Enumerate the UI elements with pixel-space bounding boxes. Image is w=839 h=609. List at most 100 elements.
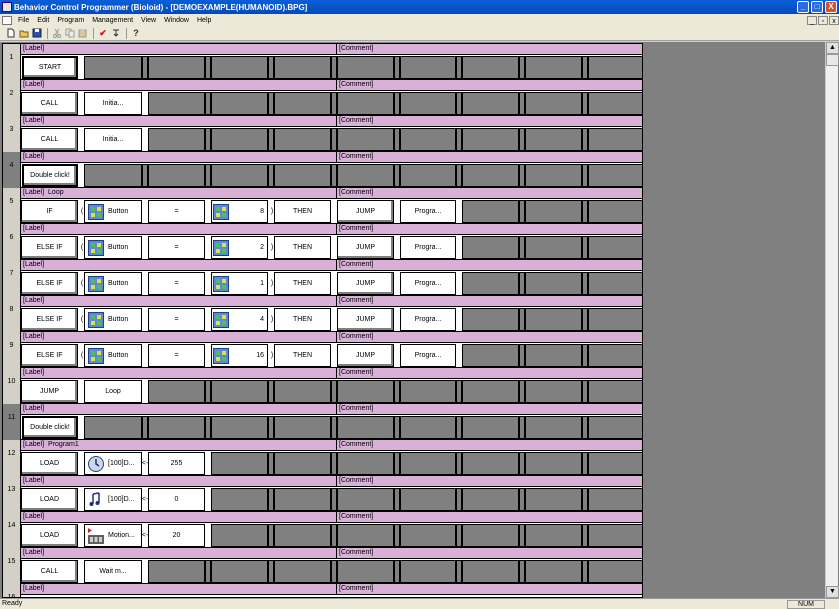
then-cell[interactable]: THEN [274,200,331,223]
comment-header[interactable]: [Comment] [337,116,642,127]
empty-slot[interactable] [211,560,268,583]
copy-icon[interactable] [65,28,75,38]
command-cell[interactable]: LOAD [21,488,78,511]
then-cell[interactable]: THEN [274,272,331,295]
empty-slot[interactable] [84,56,142,79]
then-cell[interactable]: THEN [274,236,331,259]
command-cell[interactable]: LOAD [21,524,78,547]
empty-slot[interactable] [588,344,642,367]
vertical-scrollbar[interactable]: ▲ ▼ [825,42,839,598]
close-button[interactable]: X [825,1,837,13]
program-row[interactable]: 14 [Label] [Comment] LOAD Motion... <- 20 [3,512,642,548]
command-cell[interactable]: ELSE IF [21,344,78,367]
row-number[interactable]: 11 [3,404,21,440]
empty-slot[interactable] [400,380,456,403]
command-cell[interactable]: LOAD [21,452,78,475]
menu-program[interactable]: Program [53,17,88,24]
comment-header[interactable]: [Comment] [337,512,642,523]
empty-slot[interactable] [148,56,205,79]
doc-restore-button[interactable]: ▫ [818,15,828,25]
row-number[interactable]: 6 [3,224,21,260]
program-row[interactable]: 6 [Label] [Comment] ELSE IF(Button = 2) THEN JU… [3,224,642,260]
jump-target-cell[interactable]: Progra... [400,236,456,259]
empty-slot[interactable] [462,164,519,187]
empty-slot[interactable] [400,56,456,79]
empty-slot[interactable] [274,488,331,511]
empty-slot[interactable] [211,56,268,79]
empty-slot[interactable] [148,416,205,439]
checkmark-icon[interactable]: ✔ [98,28,108,38]
then-cell[interactable]: THEN [274,344,331,367]
comment-header[interactable]: [Comment] [337,224,642,235]
empty-slot[interactable] [525,272,582,295]
menu-management[interactable]: Management [88,17,137,24]
parameter-cell[interactable]: Button [84,272,142,295]
empty-slot[interactable] [211,128,268,151]
comment-header[interactable]: [Comment] [337,476,642,487]
jump-target-cell[interactable]: Progra... [400,200,456,223]
row-number[interactable]: 15 [3,548,21,584]
comment-header[interactable]: [Comment] [337,548,642,559]
empty-slot[interactable] [462,56,519,79]
empty-slot[interactable] [588,380,642,403]
program-row[interactable]: 10 [Label] [Comment] JUMP Loop [3,368,642,404]
jump-target-cell[interactable]: Progra... [400,272,456,295]
row-number[interactable]: 10 [3,368,21,404]
comment-header[interactable]: [Comment] [337,368,642,379]
empty-slot[interactable] [588,236,642,259]
program-row[interactable]: 12 [Label] Program1 [Comment] LOAD [100]D... <… [3,440,642,476]
command-cell[interactable]: Double click! [22,416,78,439]
then-cell[interactable]: THEN [274,308,331,331]
empty-slot[interactable] [588,524,642,547]
command-cell[interactable]: ELSE IF [21,236,78,259]
parameter-cell[interactable]: Button [84,236,142,259]
parameter-cell[interactable]: Button [84,344,142,367]
label-header[interactable]: [Label] [21,368,337,379]
program-row[interactable]: 9 [Label] [Comment] ELSE IF(Button = 16) THEN J… [3,332,642,368]
empty-slot[interactable] [588,128,642,151]
empty-slot[interactable] [525,524,582,547]
operator-cell[interactable]: = [148,200,205,223]
minimize-button[interactable]: _ [797,1,809,13]
empty-slot[interactable] [462,416,519,439]
empty-slot[interactable] [588,488,642,511]
operator-cell[interactable]: = [148,308,205,331]
empty-slot[interactable] [211,380,268,403]
comment-header[interactable]: [Comment] [337,80,642,91]
empty-slot[interactable] [211,524,268,547]
menu-edit[interactable]: Edit [33,17,53,24]
value-cell[interactable]: 8 [211,200,268,223]
empty-slot[interactable] [462,308,519,331]
empty-slot[interactable] [462,488,519,511]
label-header[interactable]: [Label] [21,116,337,127]
empty-slot[interactable] [525,56,582,79]
label-header[interactable]: [Label] [21,332,337,343]
empty-slot[interactable] [462,380,519,403]
empty-slot[interactable] [211,452,268,475]
empty-slot[interactable] [525,452,582,475]
comment-header[interactable]: [Comment] [337,44,642,55]
command-cell[interactable]: JUMP [21,380,78,403]
comment-header[interactable]: [Comment] [337,188,642,199]
empty-slot[interactable] [462,236,519,259]
program-row[interactable]: 16 [Label] [Comment] [3,584,642,597]
label-header[interactable]: [Label] [21,584,337,595]
empty-slot[interactable] [400,488,456,511]
comment-header[interactable]: [Comment] [337,332,642,343]
empty-slot[interactable] [400,128,456,151]
empty-slot[interactable] [211,164,268,187]
row-number[interactable]: 8 [3,296,21,332]
action-cell[interactable]: JUMP [337,272,394,295]
new-document-icon[interactable] [6,28,16,38]
empty-slot[interactable] [462,200,519,223]
parameter-cell[interactable]: Button [84,200,142,223]
value-cell[interactable]: 4 [211,308,268,331]
empty-slot[interactable] [211,488,268,511]
menu-file[interactable]: File [14,17,33,24]
open-folder-icon[interactable] [19,28,29,38]
label-header[interactable]: [Label] Program1 [21,440,337,451]
empty-slot[interactable] [337,560,394,583]
row-number[interactable]: 13 [3,476,21,512]
program-row[interactable]: 5 [Label] Loop [Comment] IF(Button = 8) THEN JUM… [3,188,642,224]
empty-slot[interactable] [588,272,642,295]
